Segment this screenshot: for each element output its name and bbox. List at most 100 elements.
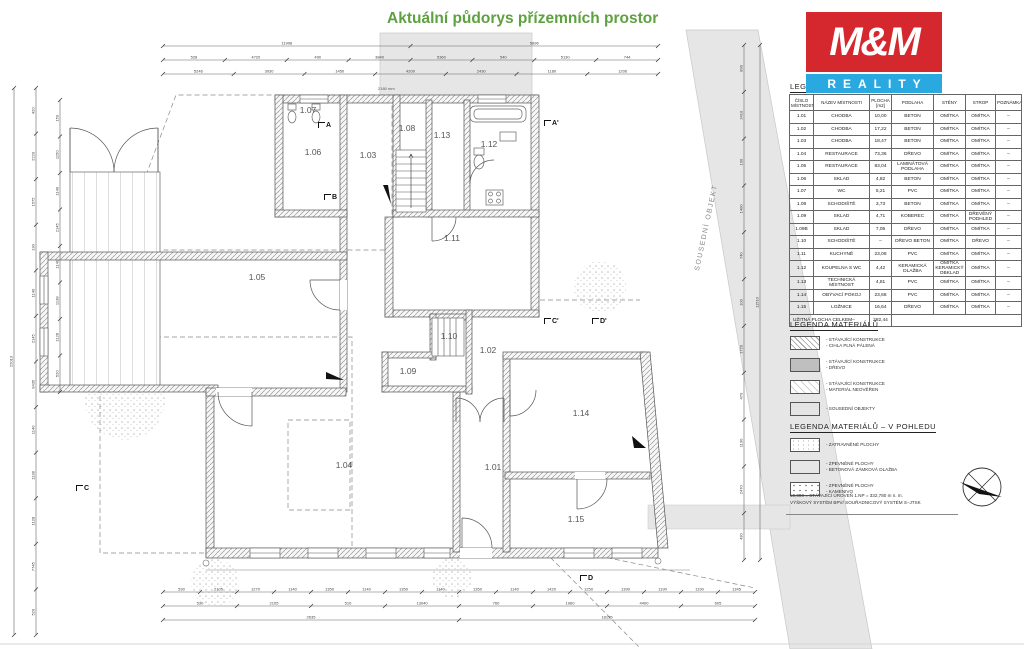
table-cell: 1.07 [790,186,814,199]
panel-divider [786,514,958,515]
dimension-label: 1720 [739,344,744,354]
table-cell: – [996,223,1022,236]
legend-item-text: - ZPEVNĚNÉ PLOCHY- BETONOVÁ ZÁMKOVÁ DLAŽ… [826,461,897,472]
dimension-label: 130 [31,243,36,250]
table-cell: BETON [892,198,934,211]
dimension-label: 1128 [31,516,36,525]
dimension-label: 520 [55,370,60,377]
dimension-label: 1140 [288,587,297,592]
dimension-label: 150 [55,114,60,121]
section-marker-A-prime: A' [544,120,559,127]
dimension-label: 490 [314,55,321,60]
legend-item: - ZPEVNĚNÉ PLOCHY- BETONOVÁ ZÁMKOVÁ DLAŽ… [790,460,897,474]
dimension-label: 1180 [548,69,557,74]
column-header: PLOCHA [m2] [870,95,892,111]
column-header: STĚNY [934,95,966,111]
table-cell: SKLAD [814,223,870,236]
table-cell: 4,71 [870,211,892,224]
table-cell: TECHNICKÁ MÍSTNOST [814,277,870,290]
table-cell: 4,42 [870,261,892,277]
solid-neighbor-swatch [790,402,820,416]
dimension-label: 2430 [477,69,487,74]
section-marker-D-prime: D' [592,318,607,325]
toilet-icon [288,104,296,110]
table-cell: OMÍTKA [966,261,996,277]
table-row: 1.09BSKLAD7,05DŘEVOOMÍTKAOMÍTKA– [790,223,1022,236]
dimension-label: 740 [739,252,744,259]
page-title: Aktuální půdorys přízemních prostor [387,10,658,28]
table-row: 1.08SCHODIŠTĚ3,73BETONOMÍTKAOMÍTKA– [790,198,1022,211]
table-cell: OMÍTKA KERAMICKÝ OBKLAD [934,261,966,277]
table-cell: LAMINÁTOVÁ PODLAHA [892,161,934,174]
table-cell: OMÍTKA [966,123,996,136]
table-cell: SKLAD [814,211,870,224]
dimension-label: 100 [739,298,744,305]
dimension-label: 1140 [31,425,36,434]
table-header-row: ČÍSLO MÍSTNOSTINÁZEV MÍSTNOSTIPLOCHA [m2… [790,95,1022,111]
table-cell: OMÍTKA [934,236,966,249]
dimension-label: 1400 [739,204,744,214]
table-cell: 1.03 [790,136,814,149]
legend-item-text: - STÁVAJÍCÍ KONSTRUKCE- DŘEVO [826,359,885,370]
table-cell: PVC [892,248,934,261]
dimension-label: 5130 [561,55,571,60]
table-cell: OMÍTKA [966,302,996,315]
table-cell: SKLAD [814,173,870,186]
dimension-label: 4400 [640,601,650,606]
table-row: 1.01CHODBA10,00BETONOMÍTKAOMÍTKA– [790,111,1022,124]
legend-panel: LEGENDA MÍSTNOSTÍ M&M REALITY ČÍSLO MÍST… [786,0,1024,649]
dimension-label: 1575 [31,197,36,207]
dimension-label: 2410 [739,110,744,120]
table-cell: 3,73 [870,198,892,211]
table-cell: – [996,173,1022,186]
legend-item: - ZATRAVNĚNÉ PLOCHY [790,438,897,452]
table-cell: OMÍTKA [934,161,966,174]
table-cell: – [996,289,1022,302]
table-cell: CHODBA [814,123,870,136]
dimension-label: 1138 [55,296,60,305]
legend-item: - STÁVAJÍCÍ KONSTRUKCE- DŘEVO [790,358,885,372]
dimension-label: 18195 [601,615,613,620]
dimension-label: 1140 [436,587,445,592]
table-cell: 10,00 [870,111,892,124]
dimension-label: 1140 [362,587,371,592]
table-cell: – [996,248,1022,261]
dimension-label: 2470 [739,485,744,495]
dimension-label: 5896 [530,41,540,46]
table-cell: 1.04 [790,148,814,161]
room-label-1.06: 1.06 [305,147,322,157]
column-header: POZNÁMKA [996,95,1022,111]
room-label-1.03: 1.03 [360,150,377,160]
room-label-1.04: 1.04 [336,460,353,470]
table-row: 1.13TECHNICKÁ MÍSTNOST4,81PVCOMÍTKAOMÍTK… [790,277,1022,290]
table-cell: – [996,111,1022,124]
logo-top-text: M&M [829,20,919,65]
table-row: 1.11KUCHYNĚ23,08PVCOMÍTKAOMÍTKA– [790,248,1022,261]
dimension-label: 510 [345,601,352,606]
legend-item-text: - ZATRAVNĚNÉ PLOCHY [826,442,879,448]
table-cell: DŘEVO [892,302,934,315]
table-cell: 1.11 [790,248,814,261]
elevation-note-line1: ±0,000 = STÁVAJÍCÍ ÚROVEŇ 1.NP = 332,780… [790,492,921,499]
section-marker-B: B [324,194,337,201]
table-cell: BETON [892,136,934,149]
table-row: 1.12KOUPELNA S WC4,42KERAMICKÁ DLAŽBAOMÍ… [790,261,1022,277]
table-cell: – [996,148,1022,161]
table-cell: 1.05 [790,161,814,174]
table-row: 1.14OBÝVACÍ POKOJ23,68PVCOMÍTKAOMÍTKA– [790,289,1022,302]
table-cell: CHODBA [814,136,870,149]
table-cell: – [996,302,1022,315]
empty-cell [892,314,1022,327]
section-marker-C: C [76,485,89,492]
table-cell: KOUPELNA S WC [814,261,870,277]
table-row: 1.07WC5,21PVCOMÍTKAOMÍTKA– [790,186,1022,199]
logo-red-box: M&M [806,12,942,72]
dimension-label: 1130 [739,438,744,447]
dimension-label: 5246 [194,69,204,74]
table-cell: – [996,123,1022,136]
table-cell: 23,68 [870,289,892,302]
table-cell: 83,04 [870,161,892,174]
dimension-label: 1140 [55,259,60,268]
section-marker-A: A [318,122,331,129]
table-cell: OMÍTKA [966,148,996,161]
